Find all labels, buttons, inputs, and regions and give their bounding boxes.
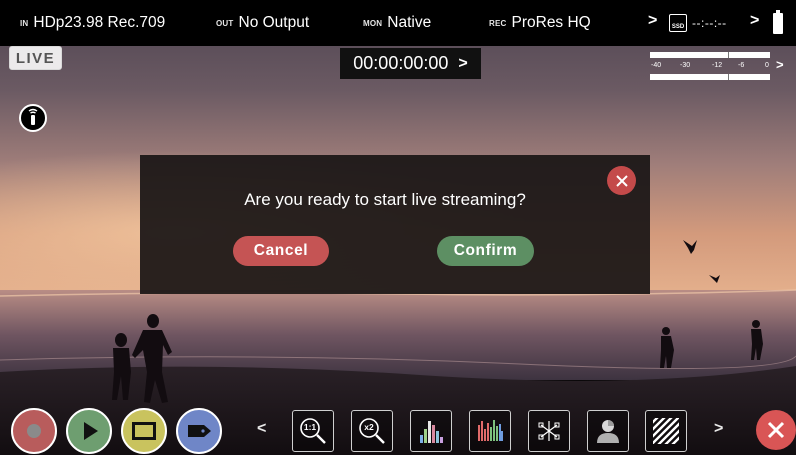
close-icon bbox=[615, 174, 628, 187]
monitor-prefix: MON bbox=[363, 18, 383, 28]
meter-tick: 0 bbox=[765, 62, 769, 69]
histogram-icon bbox=[420, 421, 443, 443]
histogram-button[interactable] bbox=[410, 410, 452, 452]
ssd-icon: SSD bbox=[669, 14, 687, 32]
tag-icon bbox=[188, 425, 211, 437]
media-time: --:--:-- bbox=[692, 16, 727, 30]
waveform-icon bbox=[478, 420, 503, 441]
vectorscope-icon bbox=[538, 421, 560, 441]
meter-tick: -30 bbox=[680, 62, 691, 69]
audio-meter-scale: -40 -30 -12 -6 0 bbox=[650, 62, 772, 72]
media-status[interactable]: SSD --:--:-- bbox=[669, 0, 727, 46]
cancel-button[interactable]: Cancel bbox=[233, 236, 329, 266]
zebra-button[interactable] bbox=[645, 410, 687, 452]
timecode-arrow-icon: > bbox=[458, 54, 468, 72]
record-prefix: REC bbox=[489, 18, 507, 28]
monitor-icon bbox=[132, 422, 156, 440]
audio-meter-arrow-icon[interactable]: > bbox=[776, 57, 784, 72]
vectorscope-button[interactable] bbox=[528, 410, 570, 452]
waveform-button[interactable] bbox=[469, 410, 511, 452]
play-button[interactable] bbox=[66, 408, 112, 454]
record-value: ProRes HQ bbox=[511, 14, 591, 31]
battery-arrow-icon[interactable]: > bbox=[750, 12, 759, 30]
ssd-label: SSD bbox=[671, 24, 685, 30]
battery-icon bbox=[773, 10, 783, 34]
close-tools-button[interactable] bbox=[756, 410, 796, 450]
dialog-question: Are you ready to start live streaming? bbox=[244, 190, 526, 209]
output-value: No Output bbox=[238, 14, 310, 31]
tools-next-arrow[interactable]: > bbox=[714, 420, 723, 438]
zoom-x2-button[interactable]: x2 bbox=[351, 410, 393, 452]
zoom-1to1-label: 1:1 bbox=[303, 422, 317, 432]
monitor-mode-button[interactable] bbox=[121, 408, 167, 454]
input-value: HDp23.98 Rec.709 bbox=[33, 14, 166, 31]
output-prefix: OUT bbox=[216, 18, 234, 28]
zoom-1to1-button[interactable]: 1:1 bbox=[292, 410, 334, 452]
media-arrow-icon[interactable]: > bbox=[648, 12, 657, 30]
zoom-x2-label: x2 bbox=[364, 422, 374, 432]
live-stream-dialog bbox=[140, 155, 650, 294]
meter-tick: -40 bbox=[651, 62, 662, 69]
remote-control-icon[interactable] bbox=[19, 104, 47, 132]
record-button[interactable] bbox=[11, 408, 57, 454]
timecode-value: 00:00:00:00 bbox=[353, 53, 449, 73]
false-color-button[interactable] bbox=[587, 410, 629, 452]
input-status[interactable]: IN HDp23.98 Rec.709 bbox=[20, 0, 165, 46]
close-icon bbox=[767, 421, 785, 439]
audio-meter[interactable]: -40 -30 -12 -6 0 bbox=[650, 50, 772, 82]
timecode-display[interactable]: 00:00:00:00 > bbox=[340, 48, 481, 79]
tag-button[interactable] bbox=[176, 408, 222, 454]
status-bar: IN HDp23.98 Rec.709 OUT No Output MON Na… bbox=[0, 0, 796, 46]
confirm-button[interactable]: Confirm bbox=[437, 236, 534, 266]
audio-meter-bar-right bbox=[650, 74, 770, 80]
audio-meter-bar-left bbox=[650, 52, 770, 58]
zebra-icon bbox=[653, 418, 679, 444]
input-prefix: IN bbox=[20, 18, 29, 28]
play-icon bbox=[84, 422, 98, 440]
monitor-status[interactable]: MON Native bbox=[363, 0, 431, 46]
record-icon bbox=[27, 424, 41, 438]
false-color-icon bbox=[597, 420, 619, 443]
record-format-status[interactable]: REC ProRes HQ bbox=[489, 0, 591, 46]
output-status[interactable]: OUT No Output bbox=[216, 0, 309, 46]
meter-tick: -6 bbox=[738, 62, 745, 69]
tools-prev-arrow[interactable]: < bbox=[257, 420, 266, 438]
monitor-value: Native bbox=[387, 14, 432, 31]
meter-tick: -12 bbox=[712, 62, 723, 69]
live-badge[interactable]: LIVE bbox=[9, 46, 62, 70]
